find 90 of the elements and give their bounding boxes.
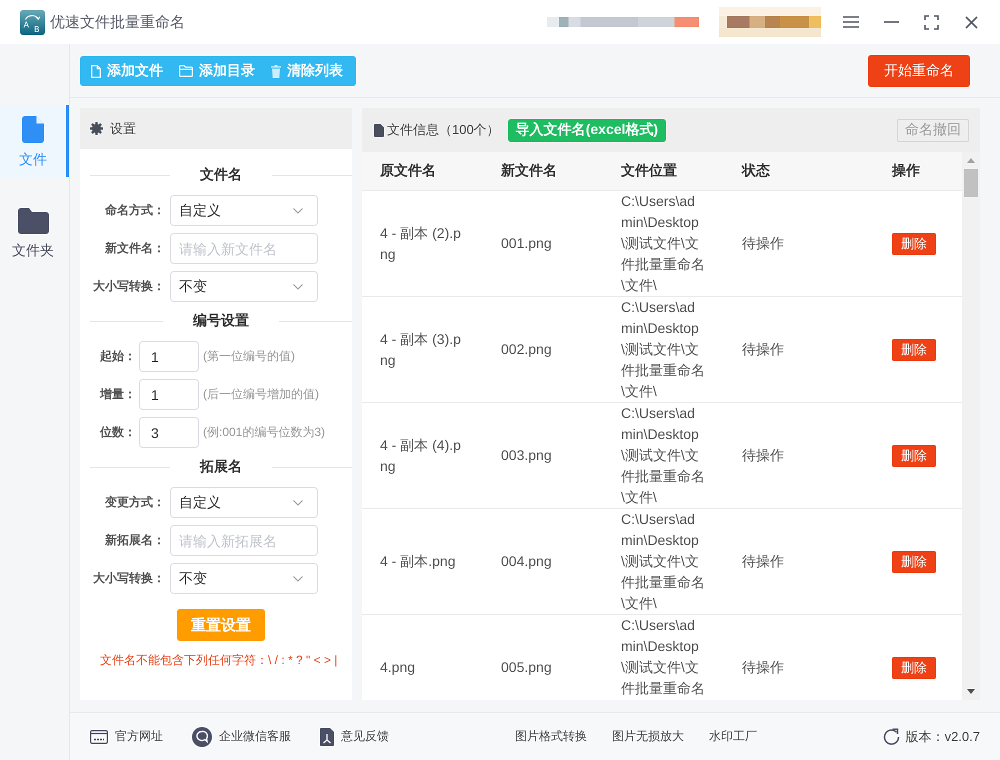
table-cell-text: 001.png xyxy=(501,234,553,253)
delete-button[interactable]: 删除 xyxy=(892,656,936,678)
footer-link[interactable]: 水印工厂 xyxy=(708,728,757,745)
footer-link[interactable]: 图片无损放大 xyxy=(612,728,684,745)
field-label: 命名方式： xyxy=(104,202,165,219)
number-input[interactable]: 1 xyxy=(139,379,199,410)
table-cell-text: 4 - 副本.png xyxy=(380,552,456,571)
section-title: 编号设置 xyxy=(192,312,250,330)
dropdown[interactable]: 自定义 xyxy=(170,487,318,518)
table-cell-text: C:\Users\admin\Desktop\测试文件\文件批量重命名 xyxy=(621,616,706,698)
field-label: 变更方式： xyxy=(104,494,165,511)
settings-icon xyxy=(90,122,103,135)
warning-text: 文件名不能包含下列任何字符：\ / : * ? " < > | xyxy=(100,652,338,668)
browser-window-icon xyxy=(90,730,108,744)
field-label: 大小写转换： xyxy=(92,570,165,587)
field-label: 新文件名： xyxy=(104,240,165,257)
panel-title: 设置 xyxy=(110,120,136,138)
dropdown[interactable]: 不变 xyxy=(170,563,318,594)
scrollbar-thumb[interactable] xyxy=(964,169,978,197)
table-cell-text: 待操作 xyxy=(742,658,785,677)
section-title: 拓展名 xyxy=(198,458,243,476)
column-header: 新文件名 xyxy=(500,162,558,180)
fullscreen-icon xyxy=(924,14,938,30)
app-logo: A B xyxy=(20,10,45,34)
table-cell-text: 4.png xyxy=(380,658,416,677)
column-header: 操作 xyxy=(890,162,921,180)
folder-icon xyxy=(179,65,193,77)
table-cell-text: 4 - 副本 (4).png xyxy=(380,436,462,476)
number-input[interactable]: 1 xyxy=(139,341,199,372)
table-cell-text: C:\Users\admin\Desktop\测试文件\文件批量重命名\文件\ xyxy=(621,192,706,295)
delete-button[interactable]: 删除 xyxy=(892,550,936,572)
table-cell-text: C:\Users\admin\Desktop\测试文件\文件批量重命名\文件\ xyxy=(621,404,706,507)
number-input[interactable]: 3 xyxy=(139,417,199,448)
trash-icon xyxy=(271,64,281,78)
dropdown[interactable]: 自定义 xyxy=(170,195,318,226)
field-label: 起始： xyxy=(99,348,136,365)
footer-link[interactable]: 企业微信客服 xyxy=(192,726,291,746)
document-icon xyxy=(374,124,384,136)
dropdown[interactable]: 不变 xyxy=(170,271,318,302)
text-input[interactable]: 请输入新文件名 xyxy=(170,233,318,264)
menu-icon xyxy=(843,16,859,28)
hint-text: (第一位编号的值) xyxy=(203,348,295,365)
delete-button[interactable]: 删除 xyxy=(892,444,936,466)
footer-link[interactable]: 图片格式转换 xyxy=(514,728,587,745)
text-input[interactable]: 请输入新拓展名 xyxy=(170,525,318,556)
table-cell-text: 待操作 xyxy=(742,446,785,465)
table-cell-text: 002.png xyxy=(501,340,553,359)
scroll-down-icon[interactable] xyxy=(967,689,975,694)
table-cell-text: 待操作 xyxy=(742,340,785,359)
table-cell-text: 待操作 xyxy=(742,234,785,253)
field-label: 大小写转换： xyxy=(92,278,165,295)
section-title: 文件名 xyxy=(199,166,243,184)
folder-icon xyxy=(18,208,48,234)
document-icon xyxy=(320,728,334,746)
table-cell-text: 待操作 xyxy=(742,552,785,571)
table-cell-text: 4 - 副本 (3).png xyxy=(380,330,462,370)
version-text: 版本：v2.0.7 xyxy=(906,728,980,746)
start-rename-button[interactable]: 开始重命名 xyxy=(868,55,970,87)
field-label: 增量： xyxy=(98,386,136,403)
file-icon xyxy=(22,116,44,142)
chat-icon xyxy=(192,726,212,746)
delete-button[interactable]: 删除 xyxy=(892,338,936,360)
hint-text: (例:001的编号位数为3) xyxy=(203,424,326,441)
close-icon xyxy=(964,16,978,28)
chevron-down-icon xyxy=(293,208,303,214)
table-cell-text: 005.png xyxy=(501,658,553,677)
chevron-down-icon xyxy=(293,500,303,506)
panel-title: 文件信息（100个） xyxy=(387,121,500,139)
chevron-down-icon xyxy=(293,284,303,290)
chevron-down-icon xyxy=(293,576,303,582)
table-cell-text: 004.png xyxy=(501,552,553,571)
table-cell-text: 4 - 副本 (2).png xyxy=(380,224,462,264)
nav-tab[interactable]: 文件夹 xyxy=(0,197,69,269)
column-header: 原文件名 xyxy=(378,162,437,180)
column-header: 文件位置 xyxy=(620,162,678,180)
minimize-icon xyxy=(884,21,898,23)
file-icon xyxy=(91,64,101,78)
table-cell-text: C:\Users\admin\Desktop\测试文件\文件批量重命名\文件\ xyxy=(621,298,706,401)
column-header: 状态 xyxy=(740,162,771,180)
footer-link[interactable]: 意见反馈 xyxy=(320,728,389,746)
field-label: 位数： xyxy=(98,424,136,441)
delete-button[interactable]: 删除 xyxy=(892,232,936,254)
hint-text: (后一位编号增加的值) xyxy=(203,386,319,403)
footer-link[interactable]: 官方网址 xyxy=(90,728,163,745)
scrollbar[interactable] xyxy=(962,152,980,700)
window-title: 优速文件批量重命名 xyxy=(50,12,185,32)
refresh-icon[interactable] xyxy=(882,728,900,745)
table-cell-text: C:\Users\admin\Desktop\测试文件\文件批量重命名\文件\ xyxy=(621,510,706,613)
field-label: 新拓展名： xyxy=(104,532,165,549)
table-cell-text: 003.png xyxy=(501,446,553,465)
